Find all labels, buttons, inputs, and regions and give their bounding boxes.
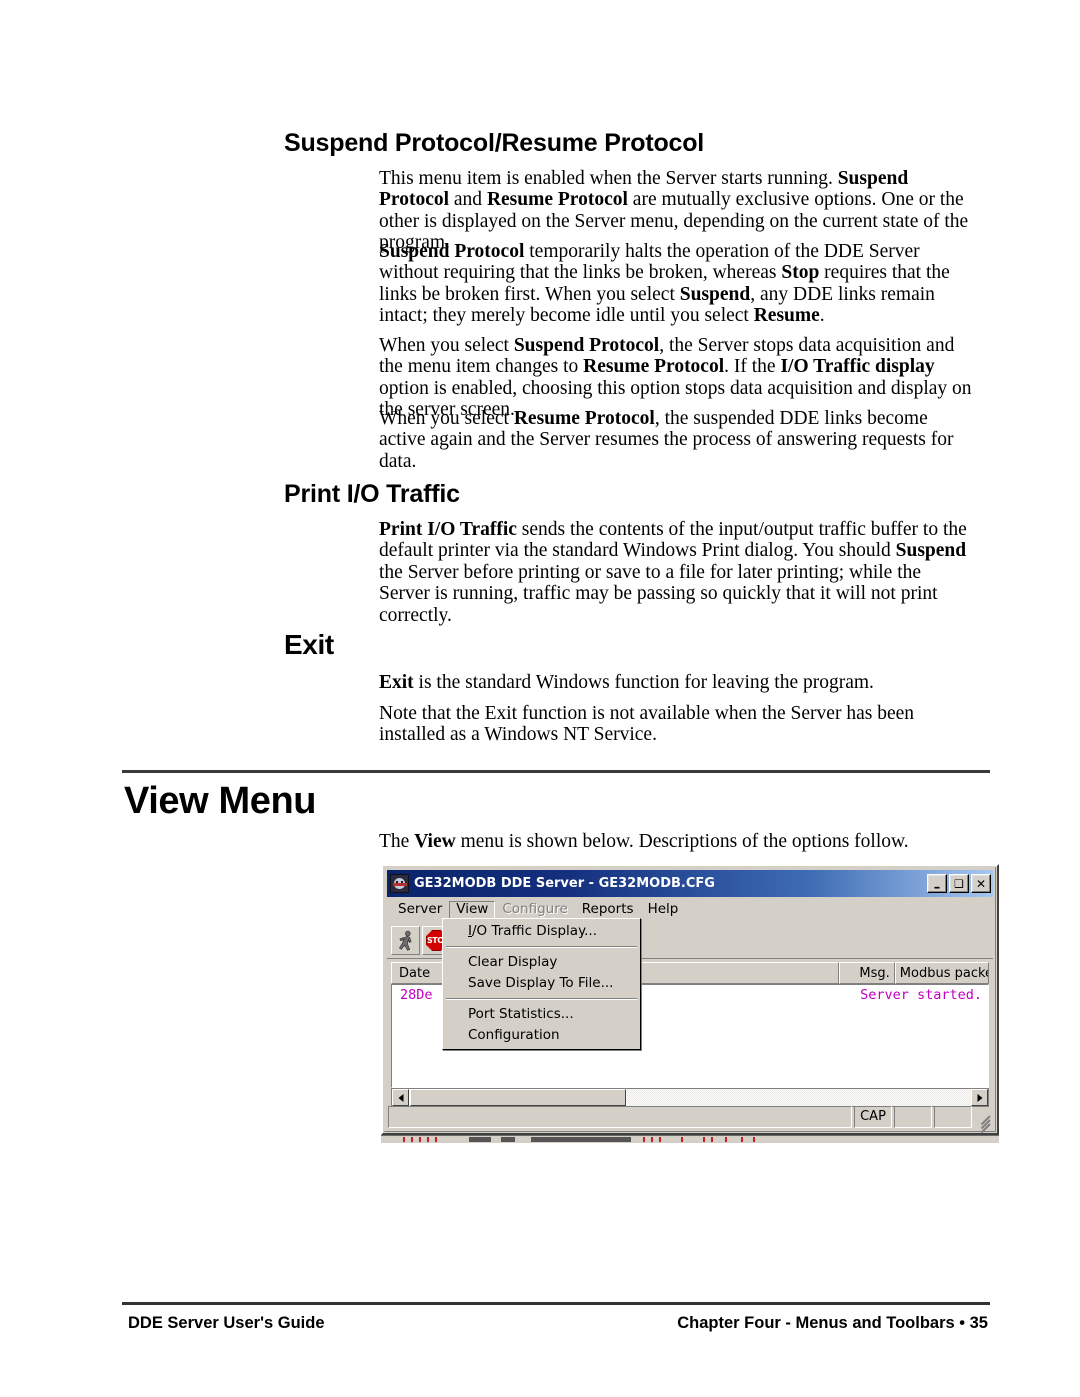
view-menu-dropdown: I/O Traffic Display... Clear Display Sav… [442, 918, 641, 1050]
paragraph-exit-1: Exit is the standard Windows function fo… [379, 672, 874, 693]
window-controls: – ❑ ✕ [927, 874, 991, 895]
close-icon: ✕ [975, 876, 987, 891]
menu-item-io-traffic-display-label: /O Traffic Display... [471, 923, 598, 939]
menu-item-io-traffic-display[interactable]: I/O Traffic Display... [443, 921, 640, 942]
menu-server[interactable]: Server [391, 901, 449, 920]
chapter-intro-text: The View menu is shown below. Descriptio… [379, 831, 909, 852]
window-title-bar[interactable]: GE32MODB DDE Server - GE32MODB.CFG – ❑ ✕ [387, 870, 993, 897]
log-cell-packet: Server started. [860, 987, 982, 1003]
footer-left-text: DDE Server User's Guide [128, 1314, 325, 1332]
menu-separator-1 [446, 946, 637, 948]
section-heading-exit: Exit [284, 629, 334, 660]
chapter-heading-view-menu: View Menu [124, 780, 317, 822]
scroll-left-button[interactable] [392, 1089, 409, 1106]
minimize-button[interactable]: – [927, 874, 947, 895]
footer-right-text: Chapter Four - Menus and Toolbars • 35 [677, 1314, 988, 1332]
paragraph-exit-2: Note that the Exit function is not avail… [379, 703, 915, 746]
scrollbar-track[interactable] [627, 1089, 971, 1106]
minimize-icon: – [933, 879, 941, 895]
maximize-icon: ❑ [954, 877, 964, 890]
window-title: GE32MODB DDE Server - GE32MODB.CFG [414, 876, 715, 891]
run-man-icon [399, 930, 412, 951]
menu-item-clear-display[interactable]: Clear Display [443, 952, 640, 973]
start-server-button[interactable] [391, 926, 420, 955]
footer-divider-rule [122, 1302, 990, 1305]
status-badge-ovr [934, 1106, 972, 1128]
horizontal-scrollbar[interactable] [391, 1088, 989, 1107]
scroll-right-button[interactable] [971, 1089, 988, 1106]
menu-item-save-display-to-file[interactable]: Save Display To File... [443, 973, 640, 994]
paragraph-suspend-4: When you select Resume Protocol, the sus… [379, 408, 954, 472]
app-icon [390, 874, 409, 893]
section-heading-print-io-traffic: Print I/O Traffic [284, 480, 460, 508]
resize-grip[interactable] [974, 1106, 992, 1134]
clipped-taskbar-remnant [381, 1135, 999, 1143]
column-header-modbus-packet[interactable]: Modbus packet [894, 962, 989, 984]
chevron-right-icon [977, 1093, 982, 1102]
status-badge-cap: CAP [854, 1106, 892, 1128]
close-button[interactable]: ✕ [971, 874, 991, 893]
status-message-pane [388, 1106, 852, 1128]
status-badge-num [894, 1106, 932, 1128]
menu-item-port-statistics[interactable]: Port Statistics... [443, 1004, 640, 1025]
window-statusbar: CAP [388, 1106, 992, 1134]
menu-reports[interactable]: Reports [575, 901, 641, 920]
maximize-button[interactable]: ❑ [949, 874, 969, 893]
chapter-divider-rule [122, 770, 990, 773]
menu-item-configuration[interactable]: Configuration [443, 1025, 640, 1046]
paragraph-suspend-2: Suspend Protocol temporarily halts the o… [379, 241, 950, 327]
column-header-msg[interactable]: Msg. [838, 962, 895, 984]
menu-view[interactable]: View [449, 901, 496, 920]
log-cell-date: 28De [400, 987, 433, 1003]
document-page: Suspend Protocol/Resume Protocol This me… [0, 0, 1080, 1397]
menu-help[interactable]: Help [641, 901, 686, 920]
paragraph-print-io-1: Print I/O Traffic sends the contents of … [379, 519, 967, 626]
section-heading-suspend-protocol: Suspend Protocol/Resume Protocol [284, 129, 705, 157]
scrollbar-thumb[interactable] [410, 1089, 626, 1106]
menu-configure: Configure [502, 901, 568, 918]
menu-separator-2 [446, 998, 637, 1000]
chevron-left-icon [398, 1093, 403, 1102]
